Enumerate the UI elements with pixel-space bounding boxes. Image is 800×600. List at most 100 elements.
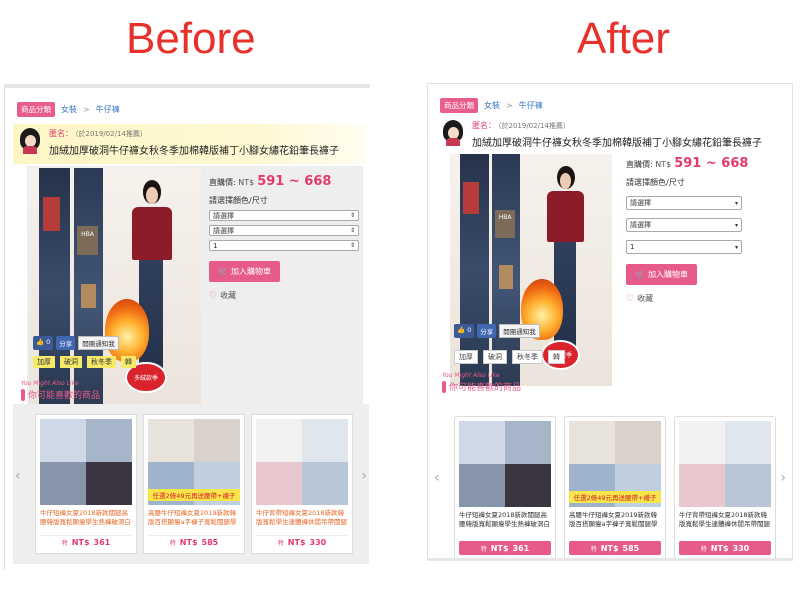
color-select[interactable]: 請選擇 ▾ xyxy=(626,196,742,210)
seller-bar: 匿名： （於2019/02/14推薦） 加絨加厚破洞牛仔褲女秋冬季加棉韓版補丁小腳… xyxy=(13,124,365,164)
product-card[interactable]: 任選2條49元再送腰帶+襪子 高腰牛仔短褲女夏2019新款韓版百搭顯瘦a字褲子寬… xyxy=(143,414,245,554)
breadcrumb-link-jeans[interactable]: 牛仔褲 xyxy=(96,104,120,115)
product-title: 加絨加厚破洞牛仔褲女秋冬季加棉韓版補丁小腳女繡花鉛筆長褲子 xyxy=(49,146,339,157)
color-select[interactable]: 請選擇 ⇕ xyxy=(209,210,359,221)
card-name: 牛仔背帶短褲女夏2018新款韓版寬鬆學生連體褲休閒吊帶闊腿 xyxy=(256,509,347,526)
card-image[interactable]: 任選2條49元再送腰帶+襪子 xyxy=(148,419,240,505)
heart-icon: ♡ xyxy=(209,290,218,301)
recommend-header: You Might Also Like 你可能喜歡的商品 xyxy=(21,380,100,401)
notify-button[interactable]: 開團通知我 xyxy=(499,324,540,338)
card-name: 牛仔短褲女夏2018新款闊腿高腰韓版寬鬆顯瘦學生熱褲破洞白 xyxy=(40,509,131,526)
product-card[interactable]: 任選2條49元再送腰帶+襪子 高腰牛仔短褲女夏2019新款韓版百搭顯瘦a字褲子寬… xyxy=(564,416,666,558)
card-price-button[interactable]: 特 NT$ 585 xyxy=(148,535,240,549)
card-price-button[interactable]: 特 NT$ 361 xyxy=(459,541,551,555)
fb-like-button[interactable]: 👍 0 xyxy=(454,324,475,338)
price-tag-icon: 特 xyxy=(61,540,68,547)
tag-list: 加厚 破洞 秋冬季 韓 xyxy=(454,350,565,364)
add-to-cart-button[interactable]: 🛒 加入購物車 xyxy=(209,261,280,282)
tag-item[interactable]: 破洞 xyxy=(483,350,507,364)
social-bar: 👍 0 分享 開團通知我 xyxy=(33,336,119,350)
price-label: 直購價: NT$ xyxy=(626,160,672,169)
before-panel: 商品分類 女裝 > 牛仔褲 匿名： （於2019/02/14推薦） 加絨加厚破洞牛… xyxy=(4,84,370,570)
card-name: 牛仔短褲女夏2018新款闊腿高腰韓版寬鬆顯瘦學生熱褲破洞白 xyxy=(459,511,550,528)
card-image[interactable] xyxy=(40,419,132,505)
tag-item[interactable]: 破洞 xyxy=(60,356,82,368)
tag-list: 加厚 破洞 秋冬季 韓 xyxy=(33,356,136,368)
updown-icon: ⇕ xyxy=(349,212,355,219)
buy-panel: 直購價: NT$ 591 ~ 668 請選擇顏色/尺寸 請選擇 ▾ 請選擇 ▾ 1 ▾… xyxy=(626,156,776,304)
card-image[interactable] xyxy=(679,421,771,507)
quantity-select[interactable]: 1 ▾ xyxy=(626,240,742,254)
quantity-select[interactable]: 1 ⇕ xyxy=(209,240,359,251)
favorite-button[interactable]: ♡ 收藏 xyxy=(209,290,359,301)
breadcrumb-separator: > xyxy=(506,101,513,110)
tag-item[interactable]: 韓 xyxy=(548,350,565,364)
recommend-date: （於2019/02/14推薦） xyxy=(498,122,570,130)
chevron-left-icon[interactable]: ‹ xyxy=(434,470,440,486)
breadcrumb-link-women[interactable]: 女裝 xyxy=(61,104,77,115)
price-range: 591 ~ 668 xyxy=(674,156,749,171)
recommend-title: 你可能喜歡的商品 xyxy=(28,391,101,401)
tag-item[interactable]: 加厚 xyxy=(33,356,55,368)
card-image[interactable] xyxy=(459,421,551,507)
heart-icon: ♡ xyxy=(626,293,635,304)
product-image[interactable]: HBA 多絨款季 xyxy=(29,168,201,410)
chevron-right-icon[interactable]: › xyxy=(361,468,367,484)
recommend-title: 你可能喜歡的商品 xyxy=(449,383,522,393)
price-tag-icon: 特 xyxy=(590,545,597,553)
spec-label: 請選擇顏色/尺寸 xyxy=(626,178,685,187)
caret-down-icon: ▾ xyxy=(734,221,738,229)
card-price-button[interactable]: 特 NT$ 585 xyxy=(569,541,661,555)
favorite-button[interactable]: ♡ 收藏 xyxy=(626,293,776,304)
seller-name: 匿名： xyxy=(49,129,73,138)
price-tag-icon: 特 xyxy=(169,540,176,547)
recommend-date: （於2019/02/14推薦） xyxy=(75,130,147,138)
tag-item[interactable]: 秋冬季 xyxy=(87,356,116,368)
breadcrumb-link-jeans[interactable]: 牛仔褲 xyxy=(519,100,543,111)
product-card[interactable]: 牛仔背帶短褲女夏2018新款韓版寬鬆學生連體褲休閒吊帶闊腿 特 NT$ 330 xyxy=(251,414,353,554)
tag-item[interactable]: 加厚 xyxy=(454,350,478,364)
flame-icon xyxy=(104,298,150,362)
spec-label: 請選擇顏色/尺寸 xyxy=(209,196,268,205)
category-badge[interactable]: 商品分類 xyxy=(440,98,478,113)
avatar xyxy=(442,120,464,146)
card-price-button[interactable]: 特 NT$ 361 xyxy=(40,535,132,549)
product-box: HBA 多絨款季 直購價: NT$ 591 ~ 668 請選擇顏色/尺寸 請選擇… xyxy=(27,166,363,412)
cart-icon: 🛒 xyxy=(635,270,645,279)
recommend-header: You Might Also Like 你可能喜歡的商品 xyxy=(442,372,521,393)
card-name: 高腰牛仔短褲女夏2019新款韓版百搭顯瘦a字褲子寬鬆闊腿學 xyxy=(569,511,658,528)
card-image[interactable]: 任選2條49元再送腰帶+襪子 xyxy=(569,421,661,507)
tag-item[interactable]: 秋冬季 xyxy=(512,350,543,364)
breadcrumb-link-women[interactable]: 女裝 xyxy=(484,100,500,111)
chevron-left-icon[interactable]: ‹ xyxy=(15,468,21,484)
updown-icon: ⇕ xyxy=(349,242,355,249)
product-title: 加絨加厚破洞牛仔褲女秋冬季加棉韓版補丁小腳女繡花鉛筆長褲子 xyxy=(472,138,762,149)
after-heading: After xyxy=(577,14,670,63)
product-card[interactable]: 牛仔背帶短褲女夏2018新款韓版寬鬆學生連體褲休閒吊帶闊腿 特 NT$ 330 xyxy=(674,416,776,558)
card-image[interactable] xyxy=(256,419,348,505)
category-badge[interactable]: 商品分類 xyxy=(17,102,55,117)
product-card[interactable]: 牛仔短褲女夏2018新款闊腿高腰韓版寬鬆顯瘦學生熱褲破洞白 特 NT$ 361 xyxy=(454,416,556,558)
card-name: 牛仔背帶短褲女夏2018新款韓版寬鬆學生連體褲休閒吊帶闊腿 xyxy=(679,511,770,528)
card-price-button[interactable]: 特 NT$ 330 xyxy=(256,535,348,549)
fb-share-button[interactable]: 分享 xyxy=(56,336,76,350)
add-to-cart-button[interactable]: 🛒 加入購物車 xyxy=(626,264,697,285)
size-select[interactable]: 請選擇 ⇕ xyxy=(209,225,359,236)
cart-icon: 🛒 xyxy=(218,267,228,276)
fb-like-button[interactable]: 👍 0 xyxy=(33,336,54,350)
image-patch-text: HBA xyxy=(81,230,94,238)
image-patch-text: HBA xyxy=(498,214,512,222)
price-tag-icon: 特 xyxy=(277,540,284,547)
breadcrumb: 商品分類 女裝 > 牛仔褲 xyxy=(17,102,120,117)
size-select[interactable]: 請選擇 ▾ xyxy=(626,218,742,232)
breadcrumb: 商品分類 女裝 > 牛仔褲 xyxy=(440,98,543,113)
price-tag-icon: 特 xyxy=(700,545,707,553)
card-price-button[interactable]: 特 NT$ 330 xyxy=(679,541,771,555)
tag-item[interactable]: 韓 xyxy=(121,356,136,368)
after-panel: 商品分類 女裝 > 牛仔褲 匿名： （於2019/02/14推薦） 加絨加厚破洞牛… xyxy=(427,83,793,561)
fb-share-button[interactable]: 分享 xyxy=(477,324,497,338)
chevron-right-icon[interactable]: › xyxy=(780,470,786,486)
notify-button[interactable]: 開團通知我 xyxy=(78,336,119,350)
card-promo: 任選2條49元再送腰帶+襪子 xyxy=(148,489,240,501)
product-card[interactable]: 牛仔短褲女夏2018新款闊腿高腰韓版寬鬆顯瘦學生熱褲破洞白 特 NT$ 361 xyxy=(35,414,137,554)
